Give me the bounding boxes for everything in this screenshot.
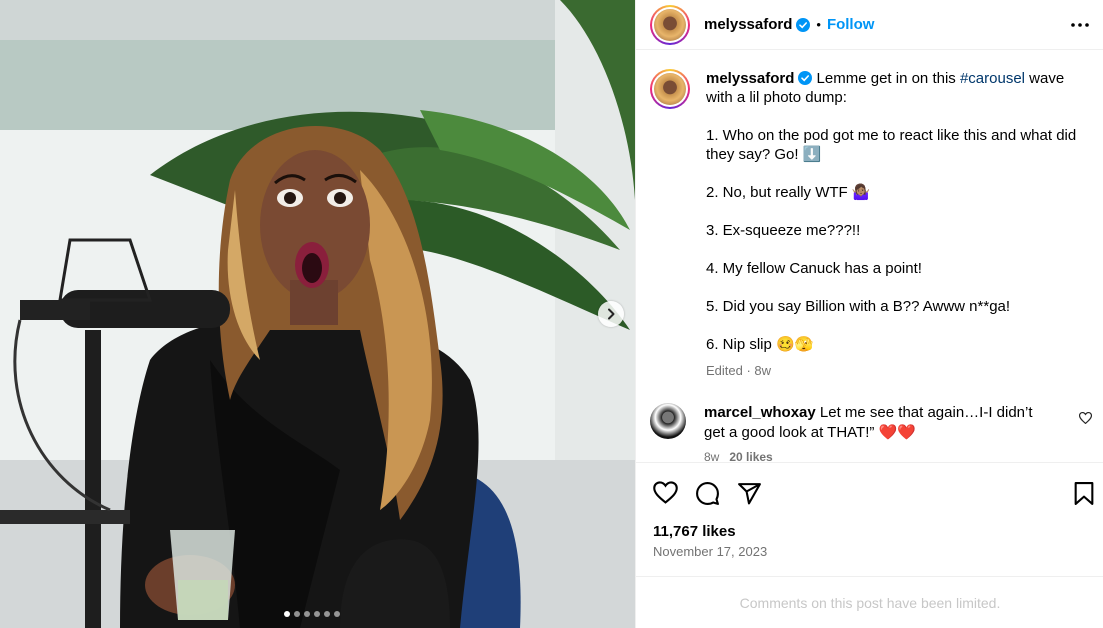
- comment-likes[interactable]: 20 likes: [729, 450, 772, 461]
- more-options-icon[interactable]: [1068, 14, 1092, 36]
- carousel-dot: [284, 611, 290, 617]
- caption-author-avatar[interactable]: [650, 69, 690, 109]
- post-date: November 17, 2023: [653, 544, 768, 559]
- carousel-dot: [334, 611, 340, 617]
- comment-meta: 8w 20 likes: [704, 447, 1054, 461]
- comments-list[interactable]: melyssaford Lemme get in on this #carous…: [636, 51, 1103, 461]
- verified-badge-icon: [798, 71, 813, 85]
- carousel-next-button[interactable]: [598, 301, 624, 327]
- post-header: melyssaford • Follow: [636, 0, 1103, 50]
- carousel-dot: [324, 611, 330, 617]
- verified-badge-icon: [796, 17, 811, 32]
- hashtag-link[interactable]: #carousel: [960, 70, 1025, 87]
- comments-limited-notice: Comments on this post have been limited.: [636, 576, 1103, 628]
- comment-icon[interactable]: [695, 481, 720, 511]
- share-icon[interactable]: [737, 481, 762, 511]
- post-actions: [636, 462, 1103, 522]
- carousel-dot: [294, 611, 300, 617]
- follow-button[interactable]: Follow: [827, 16, 875, 33]
- caption-meta: Edited · 8w: [706, 363, 772, 378]
- author-username[interactable]: melyssaford: [704, 16, 792, 33]
- comment-age: 8w: [704, 450, 720, 461]
- likes-count[interactable]: 11,767 likes: [653, 523, 736, 540]
- separator: •: [816, 17, 821, 32]
- carousel-dot: [304, 611, 310, 617]
- author-avatar[interactable]: [650, 4, 690, 45]
- carousel-dot: [314, 611, 320, 617]
- caption-body-text: wave with a lil photo dump: 1. Who on th…: [706, 70, 1077, 353]
- commenter-username[interactable]: marcel_whoxay: [704, 404, 816, 421]
- chevron-right-icon: [608, 308, 615, 320]
- heart-icon[interactable]: [653, 481, 678, 509]
- post-media[interactable]: [0, 0, 635, 628]
- carousel-indicator: [284, 611, 340, 617]
- caption-text: melyssaford Lemme get in on this #carous…: [706, 69, 1086, 354]
- comment-heart-icon[interactable]: [1078, 411, 1093, 429]
- caption: melyssaford Lemme get in on this #carous…: [650, 69, 1086, 380]
- commenter-avatar[interactable]: [650, 403, 686, 439]
- post-side-panel: melyssaford • Follow melyssaford Lemme g…: [635, 0, 1103, 628]
- comment-item: marcel_whoxay Let me see that again…I-I …: [650, 403, 1100, 461]
- bookmark-icon[interactable]: [1073, 481, 1095, 511]
- caption-prefix: Lemme get in on this: [816, 70, 960, 87]
- caption-author-username[interactable]: melyssaford: [706, 70, 794, 87]
- post-photo: [0, 0, 635, 628]
